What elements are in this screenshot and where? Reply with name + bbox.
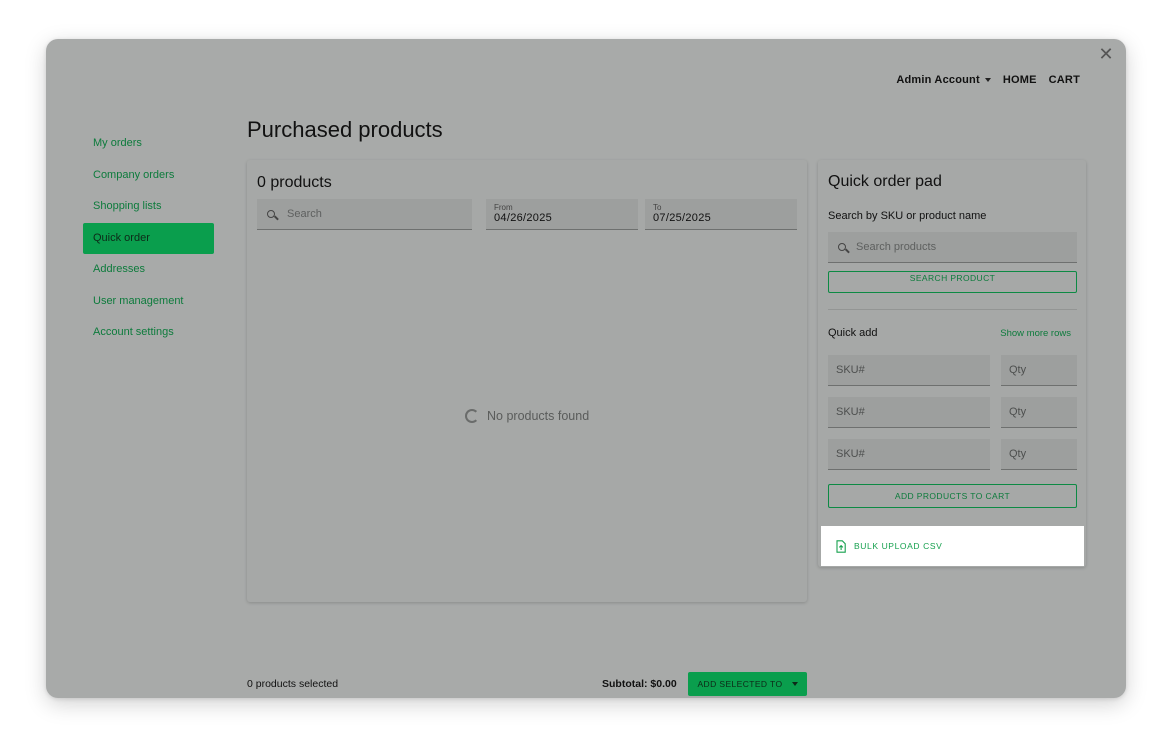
quick-order-heading: Quick order pad xyxy=(828,173,942,190)
products-search-placeholder: Search xyxy=(287,208,322,220)
sku-input-1[interactable]: SKU# xyxy=(828,355,990,386)
products-selected-count: 0 products selected xyxy=(247,678,339,690)
qty-input-3[interactable]: Qty xyxy=(1001,439,1077,470)
file-upload-icon xyxy=(836,539,846,553)
sidebar-item-account-settings[interactable]: Account settings xyxy=(83,317,214,349)
add-products-to-cart-label: ADD PRODUCTS TO CART xyxy=(894,491,1011,501)
to-date-value: 07/25/2025 xyxy=(653,212,712,224)
add-products-to-cart-button[interactable]: ADD PRODUCTS TO CART xyxy=(828,484,1077,508)
loading-spinner-icon xyxy=(465,409,479,423)
sidebar-item-addresses[interactable]: Addresses xyxy=(83,254,214,286)
products-count-heading: 0 products xyxy=(257,174,332,191)
quick-order-search-label: Search by SKU or product name xyxy=(828,210,987,222)
show-more-rows-link[interactable]: Show more rows xyxy=(1000,328,1071,339)
quick-order-search-input[interactable]: Search products xyxy=(828,232,1077,263)
nav-cart-link[interactable]: CART xyxy=(1049,74,1080,86)
sidebar-item-shopping-lists[interactable]: Shopping lists xyxy=(83,191,214,223)
sku-input-3[interactable]: SKU# xyxy=(828,439,990,470)
to-date-label: To xyxy=(653,203,662,212)
chevron-down-icon xyxy=(984,78,991,82)
qty-input-2[interactable]: Qty xyxy=(1001,397,1077,428)
quick-order-search-placeholder: Search products xyxy=(856,241,937,253)
sidebar-item-my-orders[interactable]: My orders xyxy=(83,128,214,160)
add-selected-to-label: ADD SELECTED TO xyxy=(697,679,783,689)
chevron-down-icon xyxy=(791,682,798,686)
divider xyxy=(828,309,1077,310)
search-icon xyxy=(267,210,275,218)
from-date-field[interactable]: From 04/26/2025 xyxy=(486,199,638,230)
search-icon xyxy=(838,243,846,251)
sidebar-item-user-management[interactable]: User management xyxy=(83,286,214,318)
quick-order-pad-panel: Quick order pad Search by SKU or product… xyxy=(818,160,1086,567)
products-search-input[interactable]: Search xyxy=(257,199,472,230)
empty-state-message: No products found xyxy=(487,409,590,423)
page-title: Purchased products xyxy=(247,117,443,142)
search-product-button[interactable]: SEARCH PRODUCT xyxy=(828,271,1077,293)
purchased-products-panel: 0 products Search From 04/26/2025 To 07/… xyxy=(247,160,807,602)
close-icon[interactable]: ✕ xyxy=(1098,45,1114,63)
sku-input-2[interactable]: SKU# xyxy=(828,397,990,428)
sidebar-item-company-orders[interactable]: Company orders xyxy=(83,160,214,192)
from-date-label: From xyxy=(494,203,513,212)
sidebar-item-quick-order[interactable]: Quick order xyxy=(83,222,214,254)
add-selected-to-button[interactable]: ADD SELECTED TO xyxy=(688,672,807,696)
subtotal: Subtotal: $0.00 xyxy=(602,678,677,690)
from-date-value: 04/26/2025 xyxy=(494,212,553,224)
account-menu[interactable]: Admin Account xyxy=(896,74,991,86)
empty-state: No products found xyxy=(465,409,589,423)
qty-input-1[interactable]: Qty xyxy=(1001,355,1077,386)
search-product-button-label: SEARCH PRODUCT xyxy=(909,273,996,283)
quick-add-label: Quick add xyxy=(828,327,878,339)
account-menu-label: Admin Account xyxy=(896,74,980,86)
modal-window: ✕ Admin Account HOME CART My orders Comp… xyxy=(46,39,1126,698)
nav-home-link[interactable]: HOME xyxy=(1003,74,1037,86)
bulk-upload-csv-button[interactable]: BULK UPLOAD CSV xyxy=(821,526,1084,566)
to-date-field[interactable]: To 07/25/2025 xyxy=(645,199,797,230)
bulk-upload-csv-label: BULK UPLOAD CSV xyxy=(854,541,943,551)
top-navigation: Admin Account HOME CART xyxy=(896,74,1080,86)
sidebar: My orders Company orders Shopping lists … xyxy=(83,128,214,349)
